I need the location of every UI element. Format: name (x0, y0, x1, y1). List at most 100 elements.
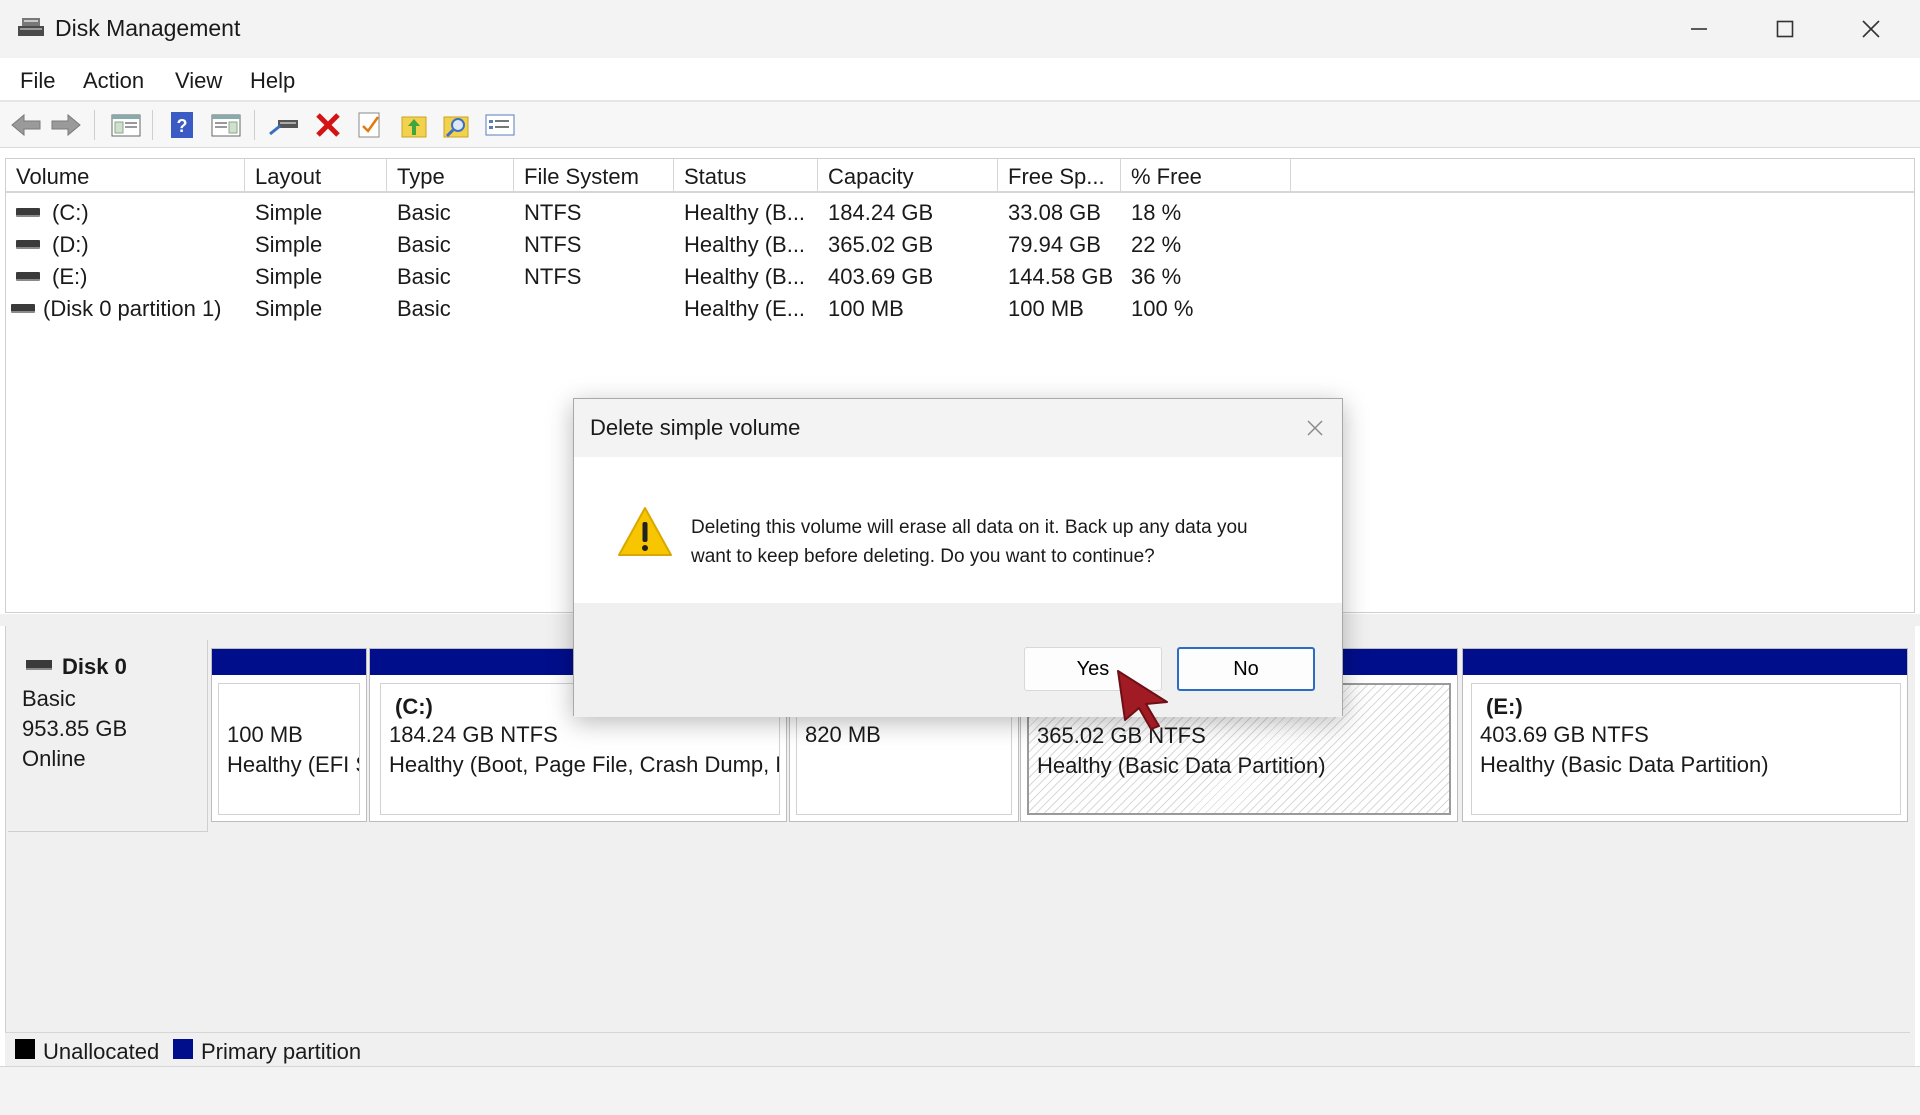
menu-file[interactable]: File (20, 68, 55, 94)
cell-volume: (Disk 0 partition 1) (6, 293, 245, 325)
partition-size: 403.69 GB NTFS (1480, 722, 1649, 747)
cell-type: Basic (397, 200, 451, 225)
cell-layout: Simple (255, 200, 323, 225)
forward-icon[interactable] (48, 108, 84, 142)
partition-name: (E:) (1486, 694, 1523, 719)
drive-icon (16, 208, 40, 217)
minimize-button[interactable] (1656, 0, 1742, 58)
menu-bar: File Action View Help (0, 58, 1920, 102)
connect-disk-icon[interactable] (266, 108, 302, 142)
column-header-file-system[interactable]: File System (514, 159, 674, 193)
column-header-type[interactable]: Type (387, 159, 514, 193)
delete-icon[interactable] (310, 108, 346, 142)
volume-name: (Disk 0 partition 1) (43, 296, 222, 321)
close-button[interactable] (1828, 0, 1914, 58)
partition-status: Healthy (Basic Data Partition) (1480, 752, 1769, 777)
cell-status: Healthy (E... (684, 296, 806, 321)
cell-file-system: NTFS (524, 200, 582, 225)
disk-0-label[interactable]: Disk 0 Basic 953.85 GB Online (8, 640, 208, 832)
cell-free-space: 79.94 GB (1008, 232, 1101, 257)
cell-percent-free: 22 % (1131, 232, 1182, 257)
column-header-volume[interactable]: Volume (6, 159, 245, 193)
legend: Unallocated Primary partition (5, 1032, 1910, 1066)
toolbar: ? (0, 102, 1920, 148)
maximize-button[interactable] (1742, 0, 1828, 58)
cell-status: Healthy (B... (684, 200, 806, 225)
cell-file-system: NTFS (524, 232, 582, 257)
cell-volume: (C:) (6, 197, 245, 229)
cell-type: Basic (397, 232, 451, 257)
import-icon[interactable] (396, 108, 432, 142)
action-pane-icon[interactable] (208, 108, 244, 142)
cell-status: Healthy (B... (684, 232, 806, 257)
console-tree-icon[interactable] (108, 108, 144, 142)
cell-free-space: 33.08 GB (1008, 200, 1101, 225)
cell-layout: Simple (255, 264, 323, 289)
column-header-capacity[interactable]: Capacity (818, 159, 998, 193)
partition-body: (E:) 403.69 GB NTFS Healthy (Basic Data … (1471, 683, 1901, 815)
volume-name: (D:) (52, 232, 89, 257)
table-row[interactable]: (D:) Simple Basic NTFS Healthy (B... 365… (6, 229, 1914, 261)
column-header-layout[interactable]: Layout (245, 159, 387, 193)
rescan-icon[interactable] (438, 108, 474, 142)
cell-percent-free: 100 % (1131, 296, 1194, 321)
partition-status: Healthy (Boot, Page File, Crash Dump, B (389, 752, 780, 777)
dialog-title: Delete simple volume (590, 415, 801, 440)
partition-efi[interactable]: 100 MB Healthy (EFI S (211, 648, 367, 822)
back-icon[interactable] (8, 108, 44, 142)
cell-capacity: 184.24 GB (828, 200, 934, 225)
cell-file-system: NTFS (524, 264, 582, 289)
table-row[interactable]: (C:) Simple Basic NTFS Healthy (B... 184… (6, 197, 1914, 229)
cell-file-system (514, 293, 674, 325)
close-icon (1862, 20, 1880, 38)
window-title: Disk Management (55, 15, 241, 41)
table-row[interactable]: (Disk 0 partition 1) Simple Basic Health… (6, 293, 1914, 325)
cell-volume: (E:) (6, 261, 245, 293)
column-header-percent-free[interactable]: % Free (1121, 159, 1291, 193)
volume-list-header: Volume Layout Type File System Status Ca… (6, 159, 1914, 193)
dialog-close-button[interactable] (1300, 413, 1330, 443)
table-row[interactable]: (E:) Simple Basic NTFS Healthy (B... 403… (6, 261, 1914, 293)
cell-percent-free: 18 % (1131, 200, 1182, 225)
partition-size: 820 MB (805, 722, 881, 747)
primary-partition-swatch (173, 1039, 193, 1059)
disk-management-icon (16, 16, 46, 42)
partition-status: Healthy (Basic Data Partition) (1037, 753, 1326, 778)
delete-volume-dialog: Delete simple volume Deleting this volum… (573, 398, 1343, 717)
cell-capacity: 403.69 GB (828, 264, 934, 289)
legend-unallocated: Unallocated (43, 1039, 160, 1064)
partition-size: 100 MB (227, 722, 303, 747)
disk-type: Basic (22, 686, 76, 711)
no-button[interactable]: No (1177, 647, 1315, 691)
legend-primary-partition: Primary partition (201, 1039, 362, 1064)
column-header-status[interactable]: Status (674, 159, 818, 193)
cell-free-space: 100 MB (1008, 296, 1084, 321)
cell-capacity: 100 MB (828, 296, 904, 321)
disk-icon (26, 660, 52, 670)
primary-partition-bar (1463, 649, 1907, 675)
partition-size: 184.24 GB NTFS (389, 722, 558, 747)
cell-status: Healthy (B... (684, 264, 806, 289)
cell-capacity: 365.02 GB (828, 232, 934, 257)
properties-icon[interactable] (352, 108, 388, 142)
disk-name: Disk 0 (62, 654, 127, 679)
list-view-icon[interactable] (482, 108, 518, 142)
column-header-free-space[interactable]: Free Sp... (998, 159, 1121, 193)
partition-e[interactable]: (E:) 403.69 GB NTFS Healthy (Basic Data … (1462, 648, 1908, 822)
title-bar: Disk Management (0, 0, 1920, 58)
menu-help[interactable]: Help (250, 68, 295, 94)
drive-icon (16, 272, 40, 281)
cell-type: Basic (397, 264, 451, 289)
menu-action[interactable]: Action (83, 68, 144, 94)
cell-volume: (D:) (6, 229, 245, 261)
partition-name: (C:) (395, 694, 433, 719)
partition-status: Healthy (EFI S (227, 752, 360, 777)
menu-view[interactable]: View (175, 68, 222, 94)
cell-layout: Simple (255, 296, 323, 321)
unallocated-swatch (15, 1039, 35, 1059)
help-icon[interactable]: ? (164, 108, 200, 142)
cell-layout: Simple (255, 232, 323, 257)
volume-name: (C:) (52, 200, 89, 225)
primary-partition-bar (212, 649, 366, 675)
svg-text:?: ? (177, 116, 188, 136)
